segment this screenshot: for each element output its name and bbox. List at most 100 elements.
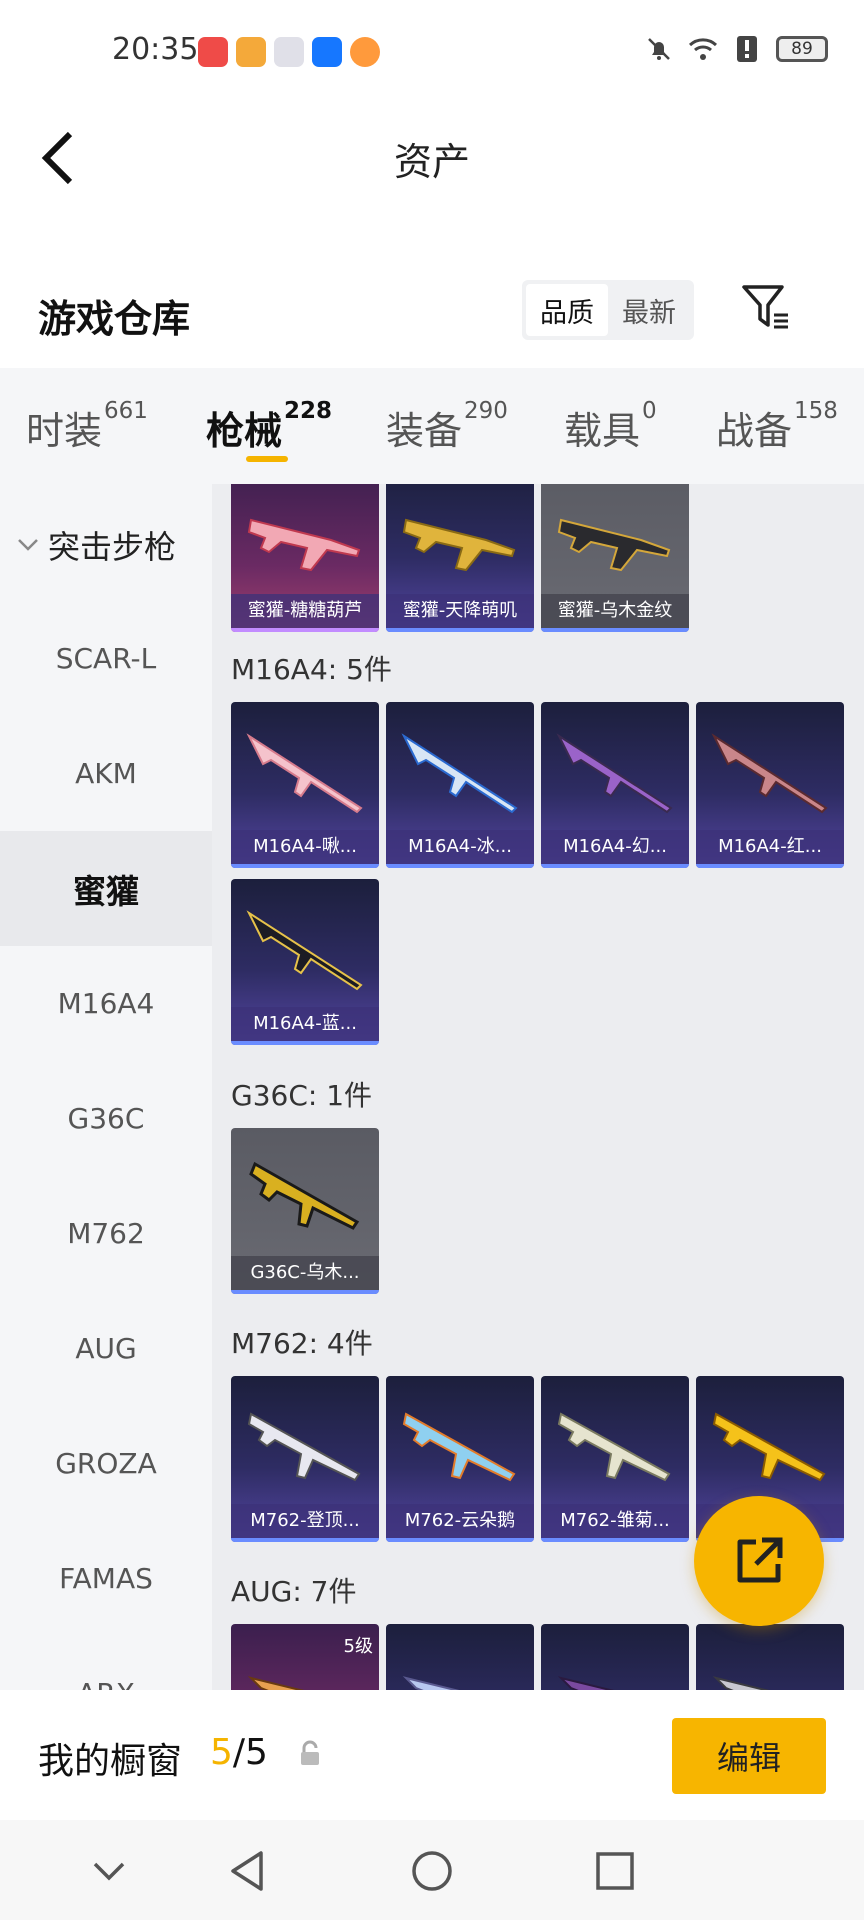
rifle-skin-image — [246, 733, 363, 814]
rifle-skin-image — [246, 910, 363, 991]
nav-back-button[interactable] — [222, 1846, 272, 1896]
skin-card[interactable]: M16A4-蓝... — [231, 879, 379, 1045]
tab-fashion[interactable]: 时装661 — [26, 398, 148, 455]
app-icon-2 — [236, 37, 266, 67]
rarity-bar — [541, 864, 689, 868]
skin-card[interactable] — [386, 1624, 534, 1690]
skin-card[interactable]: 蜜獾-糖糖葫芦 — [231, 484, 379, 632]
tab-vehicles[interactable]: 载具0 — [564, 398, 657, 455]
skin-card[interactable]: 蜜獾-乌木金纹 — [541, 484, 689, 632]
rifle-skin-image — [401, 733, 518, 814]
app-icon-3 — [274, 37, 304, 67]
sidebar-category-assault-rifles[interactable]: 突击步枪 — [16, 522, 176, 568]
skin-name: M16A4-蓝... — [231, 1007, 379, 1041]
rarity-bar — [541, 628, 689, 632]
rifle-skin-image — [249, 1161, 360, 1230]
status-right: 89 — [644, 34, 828, 64]
rifle-skin-image — [557, 1412, 671, 1482]
skin-card[interactable]: M762-雏菊... — [541, 1376, 689, 1542]
status-time: 20:35 — [112, 32, 199, 67]
skin-card[interactable]: M762-登顶... — [231, 1376, 379, 1542]
rarity-bar — [386, 628, 534, 632]
group-title-g36c: G36C: 1件 — [231, 1079, 373, 1112]
rifle-skin-image — [711, 733, 828, 814]
status-bar: 20:35 89 — [0, 0, 864, 105]
skin-name: G36C-乌木... — [231, 1256, 379, 1290]
tab-count: 290 — [464, 398, 508, 424]
skin-card[interactable]: 5级 — [231, 1624, 379, 1690]
rarity-bar — [696, 864, 844, 868]
sidebar-item-m16a4[interactable]: M16A4 — [0, 946, 212, 1061]
rifle-skin-image — [402, 1676, 460, 1690]
skin-card[interactable]: M16A4-幻... — [541, 702, 689, 868]
skin-card[interactable]: M16A4-红... — [696, 702, 844, 868]
rifle-skin-image — [247, 518, 361, 572]
showcase-current: 5 — [210, 1732, 233, 1773]
rifle-skin-image — [556, 733, 673, 814]
sidebar-item-groza[interactable]: GROZA — [0, 1406, 212, 1521]
tab-label: 战备 — [716, 409, 793, 453]
tab-supplies[interactable]: 战备158 — [716, 398, 838, 455]
skin-name: 蜜獾-天降萌叽 — [386, 594, 534, 628]
nav-recents-button[interactable] — [590, 1846, 640, 1896]
showcase-bar: 我的橱窗 5/5 编辑 — [0, 1690, 864, 1820]
tab-label: 枪械 — [206, 409, 283, 453]
skin-name: 蜜獾-糖糖葫芦 — [231, 594, 379, 628]
tab-label: 载具 — [564, 409, 641, 453]
skin-card[interactable]: M16A4-冰... — [386, 702, 534, 868]
skin-card[interactable] — [541, 1624, 689, 1690]
sort-newest-option[interactable]: 最新 — [608, 284, 690, 336]
active-tab-indicator — [246, 456, 288, 462]
filter-button[interactable] — [738, 280, 794, 336]
tab-equipment[interactable]: 装备290 — [386, 398, 508, 455]
showcase-label: 我的橱窗 — [38, 1741, 183, 1782]
system-nav-bar — [0, 1820, 864, 1920]
sidebar-item-scar-l[interactable]: SCAR-L — [0, 601, 212, 716]
skin-name: M762-雏菊... — [541, 1504, 689, 1538]
rarity-bar — [231, 1041, 379, 1045]
showcase-count: 5/5 — [210, 1732, 268, 1773]
skin-card[interactable]: G36C-乌木... — [231, 1128, 379, 1294]
lock-icon — [301, 1740, 319, 1765]
sidebar-item-famas[interactable]: FAMAS — [0, 1521, 212, 1636]
rifle-skin-image — [712, 1412, 826, 1482]
skin-card[interactable]: 蜜獾-天降萌叽 — [386, 484, 534, 632]
sort-quality-option[interactable]: 品质 — [526, 284, 608, 336]
rarity-bar — [231, 628, 379, 632]
sidebar-item-aug[interactable]: AUG — [0, 1291, 212, 1406]
sidebar-item-g36c[interactable]: G36C — [0, 1061, 212, 1176]
battery-indicator: 89 — [776, 36, 828, 62]
rifle-skin-image — [557, 518, 671, 572]
app-icon-5 — [350, 37, 380, 67]
showcase-total: 5 — [245, 1732, 268, 1773]
skin-name: M16A4-红... — [696, 830, 844, 864]
skin-name: M762-登顶... — [231, 1504, 379, 1538]
share-button[interactable] — [694, 1496, 824, 1626]
nav-home-button[interactable] — [407, 1846, 457, 1896]
skin-card[interactable]: M762-云朵鹅 — [386, 1376, 534, 1542]
sidebar-item-arx[interactable]: ARX — [0, 1636, 212, 1690]
chevron-down-icon — [18, 539, 38, 551]
share-external-icon — [737, 1537, 783, 1583]
rifle-skin-image — [557, 1676, 615, 1690]
rifle-skin-image — [247, 1676, 305, 1690]
wifi-icon — [688, 34, 718, 64]
sidebar-category-label: 突击步枪 — [48, 528, 177, 566]
sidebar-item-honey-badger[interactable]: 蜜獾 — [0, 831, 212, 946]
sidebar-item-akm[interactable]: AKM — [0, 716, 212, 831]
rifle-skin-image — [712, 1676, 770, 1690]
rarity-bar — [386, 1538, 534, 1542]
skin-card[interactable] — [696, 1624, 844, 1690]
sidebar-item-m762[interactable]: M762 — [0, 1176, 212, 1291]
filter-icon — [742, 285, 788, 329]
sort-toggle: 品质 最新 — [522, 280, 694, 340]
title-bar: 资产 — [0, 105, 864, 205]
notification-app-icons — [198, 37, 380, 67]
alert-icon — [732, 34, 762, 64]
skin-name: M16A4-冰... — [386, 830, 534, 864]
tab-firearms[interactable]: 枪械228 — [206, 398, 332, 455]
nav-collapse-button[interactable] — [84, 1846, 134, 1896]
edit-button[interactable]: 编辑 — [672, 1718, 826, 1794]
skin-card[interactable]: M16A4-啾... — [231, 702, 379, 868]
category-tabs: 时装661 枪械228 装备290 载具0 战备158 — [0, 368, 864, 484]
